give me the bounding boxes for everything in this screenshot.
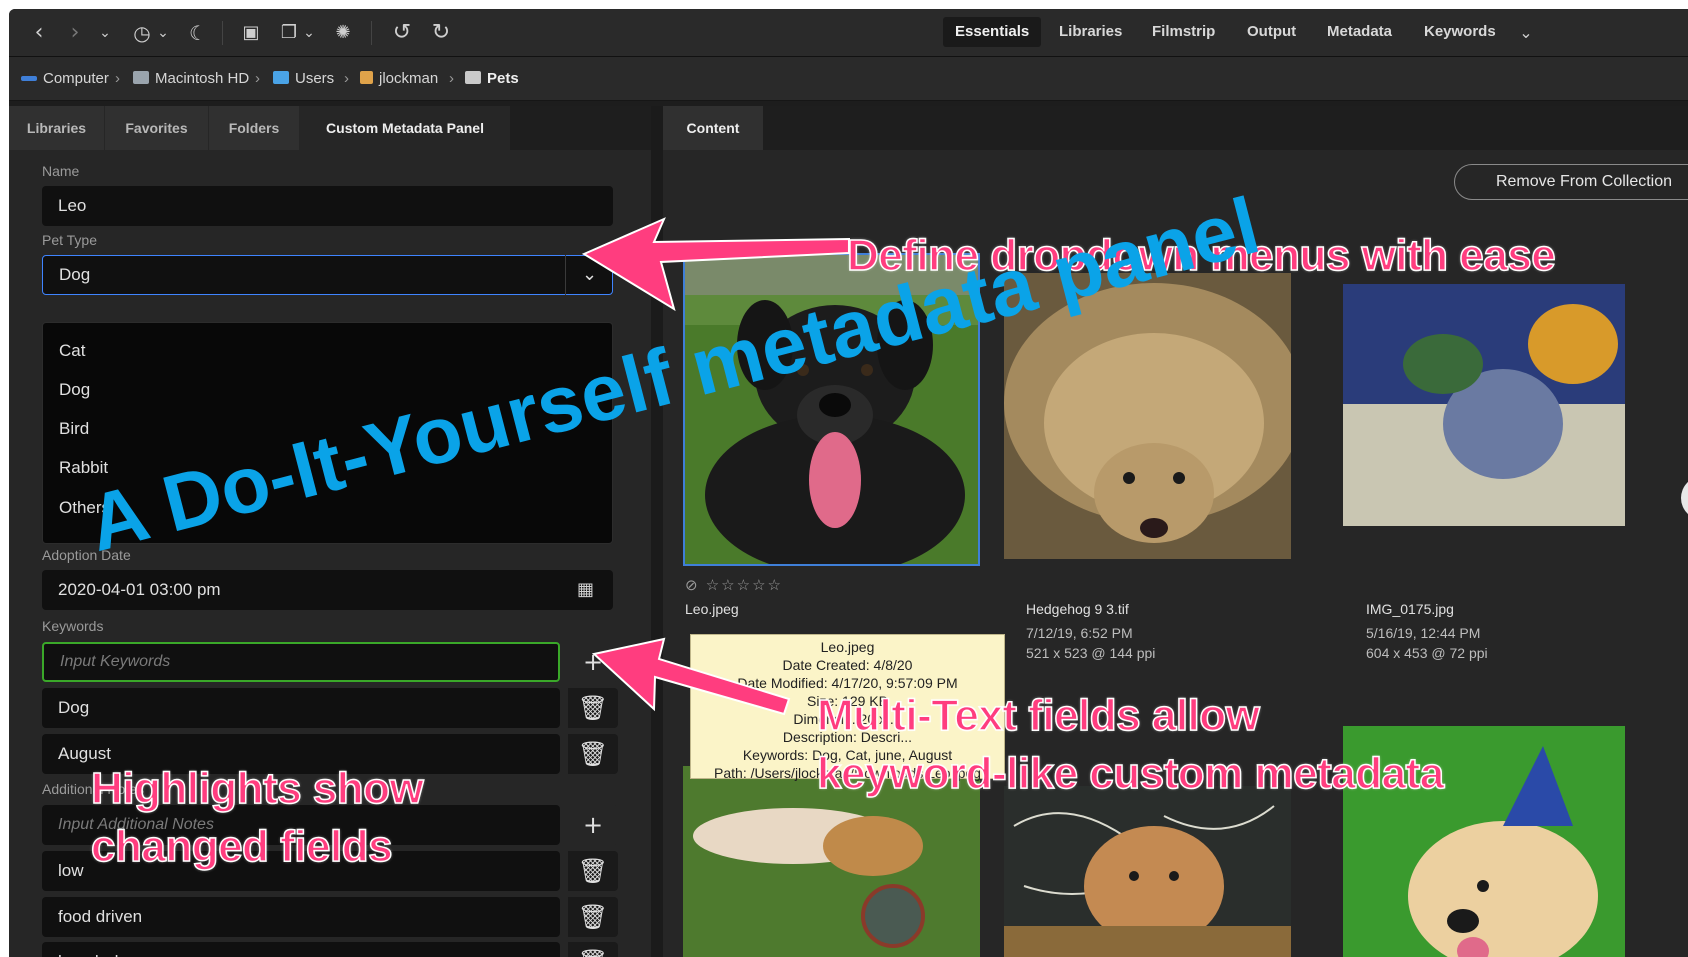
annotation-multitext-1: Multi-Text fields allow — [816, 690, 1260, 741]
annotation-multitext-2: keyword-like custom metadata — [816, 748, 1445, 799]
annotation-highlights-2: changed fields — [90, 821, 393, 872]
bridge-window: ‹ › ⌄ ◷ ⌄ ☾ ▣ ❐ ⌄ ✺ ↺ ↻ Essentials Libra… — [9, 9, 1688, 957]
annotation-highlights-1: Highlights show — [90, 763, 424, 814]
arrow-icon — [591, 637, 791, 716]
